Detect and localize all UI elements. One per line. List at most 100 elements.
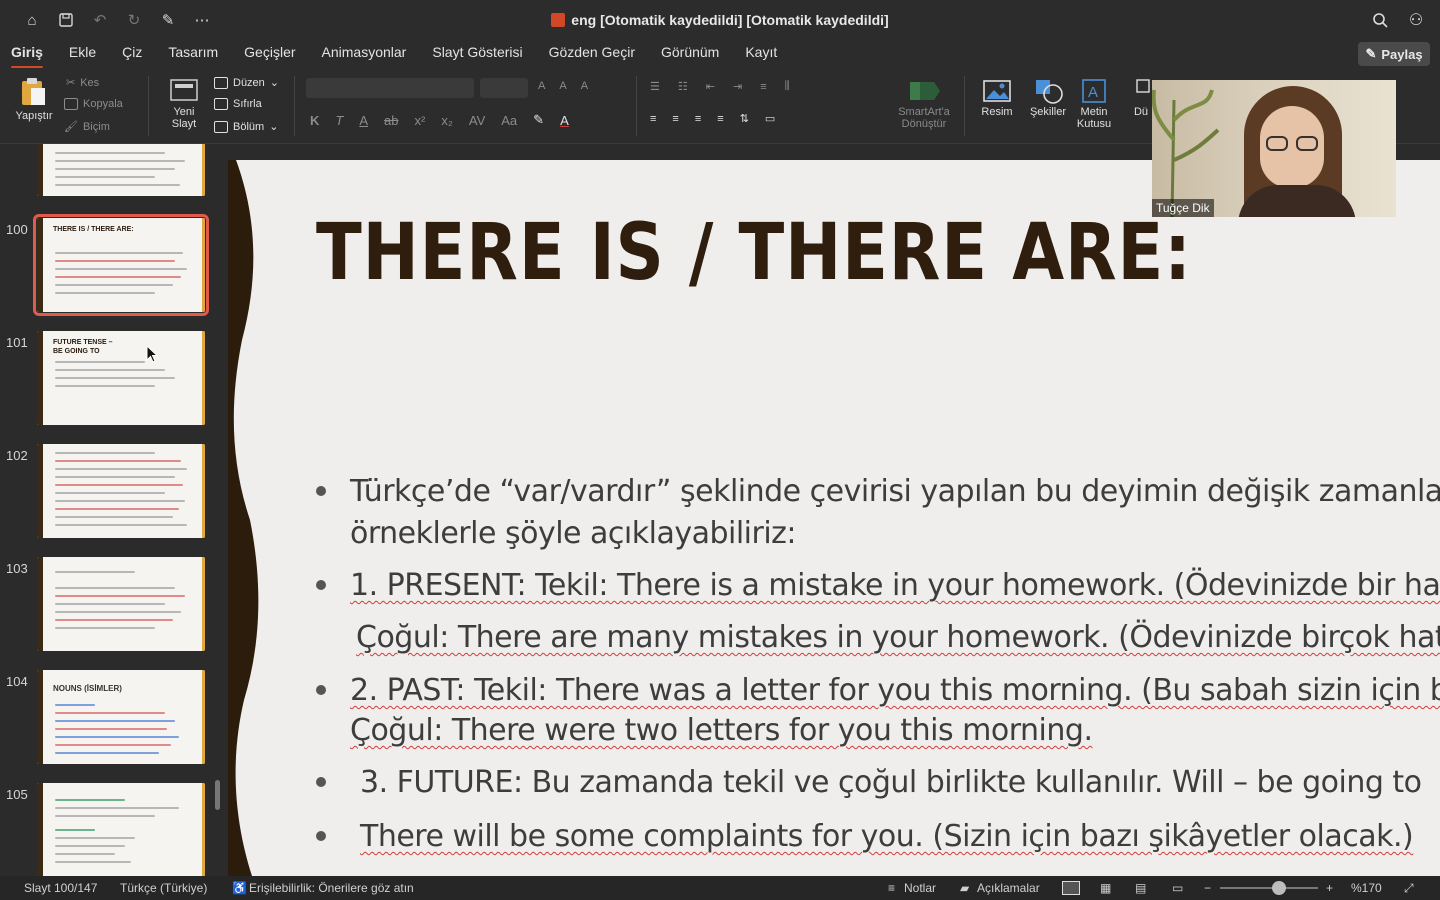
thumbnail-row-105[interactable]: 105 xyxy=(0,783,228,876)
italic-icon[interactable]: T xyxy=(335,113,343,128)
save-icon[interactable] xyxy=(56,10,76,30)
ribbon-tabs: Giriş Ekle Çiz Tasarım Geçişler Animasyo… xyxy=(0,40,1440,69)
tab-ciz[interactable]: Çiz xyxy=(122,40,142,68)
section-button[interactable]: Bölüm ⌄ xyxy=(214,120,278,133)
increase-indent-icon[interactable]: ⇥ xyxy=(733,80,742,93)
tab-gozden-gecir[interactable]: Gözden Geçir xyxy=(549,40,635,68)
slide-title[interactable]: THERE IS / THERE ARE: xyxy=(316,208,1192,298)
grow-font-icon[interactable]: A xyxy=(538,80,545,92)
undo-icon[interactable]: ↶ xyxy=(90,10,110,30)
tab-animasyonlar[interactable]: Animasyonlar xyxy=(322,40,407,68)
more-icon[interactable]: ⋯ xyxy=(192,10,212,30)
thumbnail-title: NOUNS (İSİMLER) xyxy=(53,684,122,693)
font-color-icon[interactable]: A xyxy=(560,113,569,128)
numbering-icon[interactable]: ☷ xyxy=(678,80,688,93)
accessibility-status[interactable]: Erişilebilirlik: Önerilere göz atın xyxy=(249,881,414,895)
svg-text:A: A xyxy=(1088,84,1098,101)
strikethrough-icon[interactable]: ab xyxy=(384,113,398,128)
align-text-icon[interactable]: ▭ xyxy=(765,112,775,125)
slide-thumbnail-100[interactable]: THERE IS / THERE ARE: xyxy=(33,214,209,316)
slide-thumbnail-101[interactable]: FUTURE TENSE – BE GOING TO xyxy=(37,331,205,425)
copy-button[interactable]: Kopyala xyxy=(64,98,123,110)
thumbnail-row[interactable] xyxy=(0,144,228,202)
tab-gecisler[interactable]: Geçişler xyxy=(244,40,295,68)
smartart-button[interactable]: SmartArt'a Dönüştür xyxy=(892,78,956,130)
thumbnail-row-102[interactable]: 102 xyxy=(0,444,228,544)
change-case-icon[interactable]: Aa xyxy=(501,113,517,128)
bullets-icon[interactable]: ☰ xyxy=(650,80,660,93)
copy-icon xyxy=(64,98,78,110)
tab-gorunum[interactable]: Görünüm xyxy=(661,40,719,68)
cut-button[interactable]: ✂ Kes xyxy=(66,76,99,90)
justify-icon[interactable]: ≡ xyxy=(717,113,723,125)
home-icon[interactable]: ⌂ xyxy=(22,10,42,30)
zoom-in-icon[interactable]: + xyxy=(1326,881,1333,895)
bullet-dot xyxy=(316,580,326,590)
subscript-icon[interactable]: x₂ xyxy=(441,113,453,128)
bold-icon[interactable]: K xyxy=(310,113,319,128)
superscript-icon[interactable]: x² xyxy=(414,113,425,128)
font-name-dropdown[interactable] xyxy=(306,78,474,98)
shrink-font-icon[interactable]: A xyxy=(559,80,566,92)
paste-button[interactable]: Yapıştır xyxy=(12,76,56,122)
slide-thumbnail-103[interactable] xyxy=(37,557,205,651)
text-direction-icon[interactable]: ⇅ xyxy=(740,112,749,125)
format-painter-button[interactable]: 🖌 Biçim xyxy=(64,120,110,134)
slide-thumbnail-105[interactable] xyxy=(37,783,205,876)
highlight-icon[interactable]: ✎ xyxy=(533,112,544,128)
zoom-slider-handle[interactable] xyxy=(1272,881,1286,895)
zoom-level[interactable]: %170 xyxy=(1351,881,1382,895)
thumbnail-number: 105 xyxy=(6,787,28,802)
normal-view-icon[interactable] xyxy=(1062,881,1080,895)
char-spacing-icon[interactable]: AV xyxy=(469,113,485,128)
window-title: eng [Otomatik kaydedildi] [Otomatik kayd… xyxy=(0,0,1440,40)
zoom-out-icon[interactable]: − xyxy=(1204,881,1211,895)
line-spacing-icon[interactable]: ≡ xyxy=(760,81,766,93)
webcam-overlay[interactable]: Tuğçe Dik xyxy=(1152,80,1396,217)
shapes-button[interactable]: Şekiller xyxy=(1024,78,1072,118)
notes-button[interactable]: Notlar xyxy=(904,881,936,895)
reset-button[interactable]: Sıfırla xyxy=(214,98,262,110)
tab-tasarim[interactable]: Tasarım xyxy=(168,40,218,68)
columns-icon[interactable]: ⫼ xyxy=(785,80,790,93)
fit-slide-icon[interactable]: ⤢ xyxy=(1404,881,1414,896)
redo-icon[interactable]: ↻ xyxy=(124,10,144,30)
slideshow-icon[interactable]: ▭ xyxy=(1172,881,1183,895)
align-left-icon[interactable]: ≡ xyxy=(650,113,656,125)
font-size-dropdown[interactable] xyxy=(480,78,528,98)
zoom-slider-track[interactable] xyxy=(1220,887,1318,889)
thumbnail-row-101[interactable]: 101 FUTURE TENSE – BE GOING TO xyxy=(0,331,228,431)
align-right-icon[interactable]: ≡ xyxy=(695,113,701,125)
tab-ekle[interactable]: Ekle xyxy=(69,40,96,68)
tab-giris[interactable]: Giriş xyxy=(11,40,43,69)
clear-format-icon[interactable]: A xyxy=(581,80,588,92)
tab-slayt-gosterisi[interactable]: Slayt Gösterisi xyxy=(432,40,522,68)
thumbnail-scrollbar[interactable] xyxy=(215,780,220,810)
more-ribbon-button[interactable]: Dü xyxy=(1130,78,1152,118)
new-slide-button[interactable]: Yeni Slayt xyxy=(160,74,208,130)
tab-kayit[interactable]: Kayıt xyxy=(745,40,777,68)
picture-button[interactable]: Resim xyxy=(974,78,1020,118)
current-slide[interactable]: THERE IS / THERE ARE: Türkçe’de “var/var… xyxy=(228,160,1440,876)
reading-view-icon[interactable]: ▤ xyxy=(1135,881,1146,895)
language-indicator[interactable]: Türkçe (Türkiye) xyxy=(120,881,207,895)
ribbon-separator xyxy=(148,76,149,136)
thumbnail-row-103[interactable]: 103 xyxy=(0,557,228,657)
comments-button[interactable]: Açıklamalar xyxy=(977,881,1040,895)
thumbnail-row-100[interactable]: 100 THERE IS / THERE ARE: xyxy=(0,214,228,318)
decrease-indent-icon[interactable]: ⇤ xyxy=(706,80,715,93)
underline-icon[interactable]: A xyxy=(359,113,368,128)
draw-icon[interactable]: ✎ xyxy=(158,10,178,30)
slide-sorter-icon[interactable]: ▦ xyxy=(1100,881,1111,895)
powerpoint-file-icon xyxy=(551,13,566,27)
textbox-button[interactable]: A Metin Kutusu xyxy=(1072,78,1116,130)
account-icon[interactable]: ⚇ xyxy=(1406,10,1426,30)
thumbnail-row-104[interactable]: 104 NOUNS (İSİMLER) xyxy=(0,670,228,770)
share-button[interactable]: ✎ Paylaş xyxy=(1358,42,1430,66)
slide-thumbnail-102[interactable] xyxy=(37,444,205,538)
layout-button[interactable]: Düzen ⌄ xyxy=(214,76,279,89)
slide-thumbnail-104[interactable]: NOUNS (İSİMLER) xyxy=(37,670,205,764)
slide-thumbnail[interactable] xyxy=(37,144,205,196)
align-center-icon[interactable]: ≡ xyxy=(672,113,678,125)
search-icon[interactable] xyxy=(1370,10,1390,30)
